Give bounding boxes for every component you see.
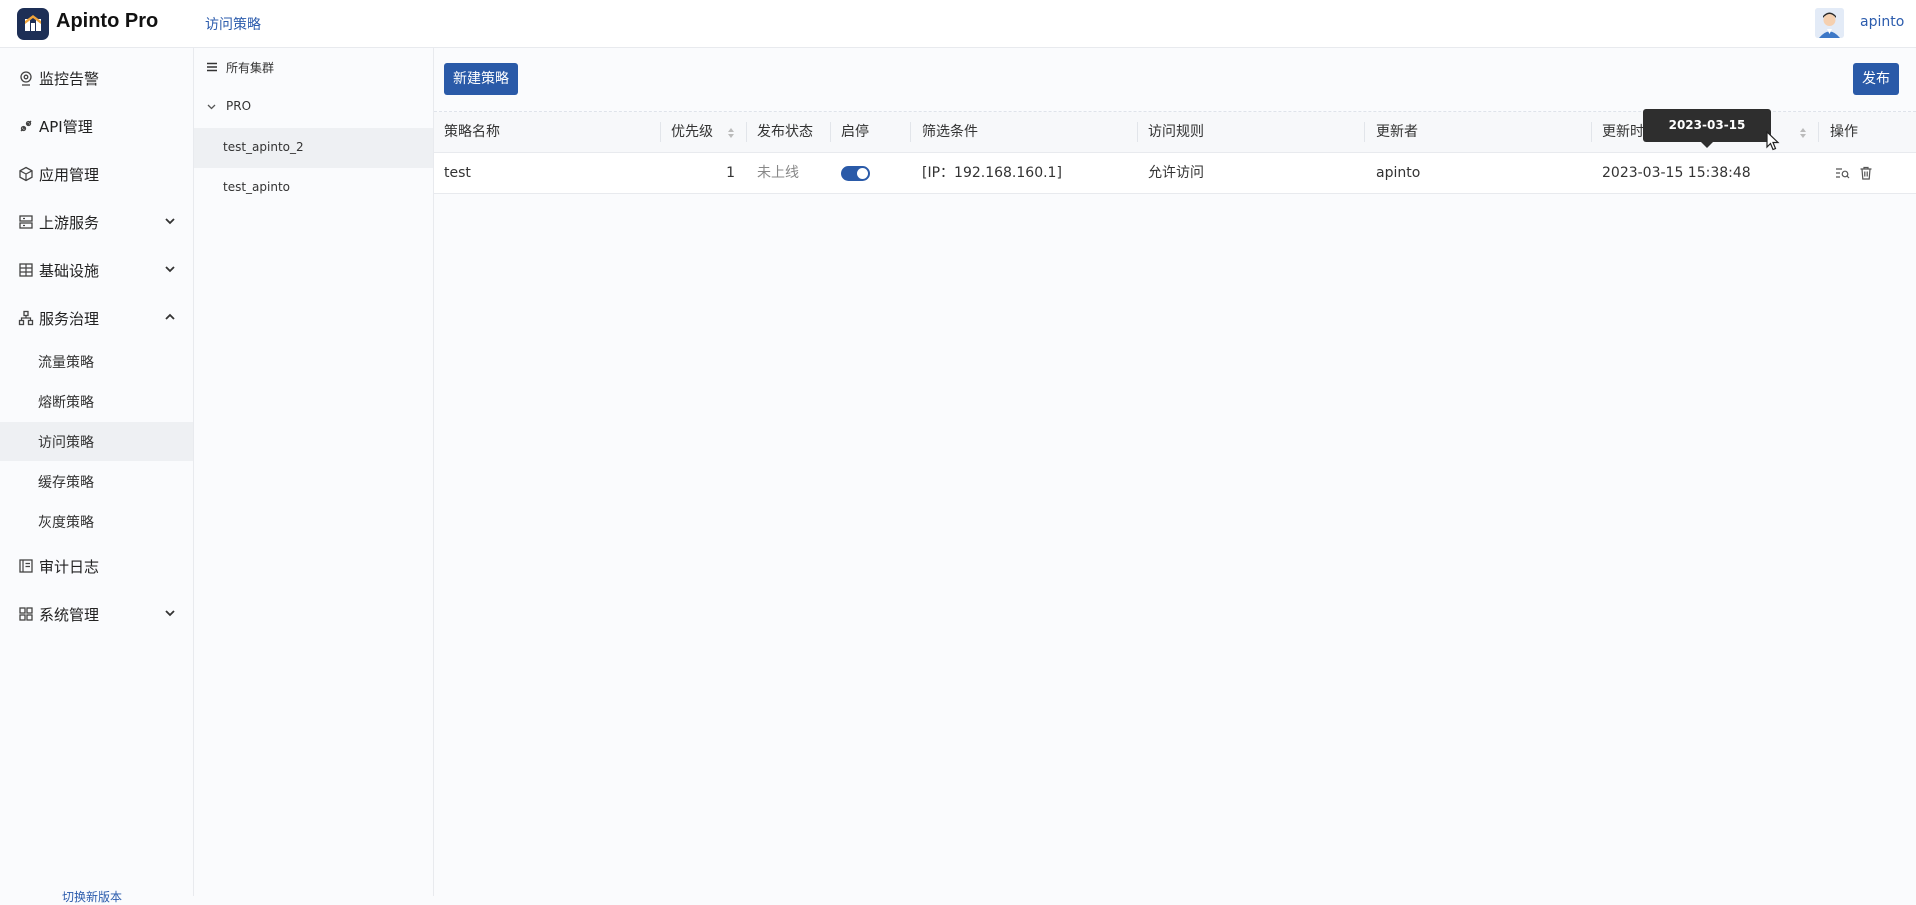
upstream-icon [19,215,33,229]
column-divider [1364,122,1365,142]
chevron-down-icon [207,104,216,110]
cell-name: test [444,165,471,181]
chevron-down-icon [165,266,175,273]
delete-icon[interactable] [1858,165,1874,181]
column-divider [830,122,831,142]
sidebar-subitem-grayscale[interactable]: 灰度策略 [0,502,193,541]
column-divider [1591,122,1592,142]
logo-icon[interactable] [17,8,49,40]
cluster-group-label: PRO [226,99,252,113]
sidebar-item-label: 审计日志 [39,558,100,576]
publish-button[interactable]: 发布 [1853,63,1899,95]
sidebar-subitem-cache[interactable]: 缓存策略 [0,462,193,501]
sort-icon[interactable] [1799,127,1807,139]
chevron-down-icon [165,218,175,225]
governance-icon [18,310,34,326]
cluster-item-label: test_apinto_2 [223,140,304,154]
sidebar-item-label: 系统管理 [39,606,100,624]
column-divider [746,122,747,142]
sidebar-subitem-traffic[interactable]: 流量策略 [0,342,193,381]
sidebar-item-system[interactable]: 系统管理 [0,594,193,634]
sidebar-item-apps[interactable]: 应用管理 [0,154,193,194]
sidebar-item-governance[interactable]: 服务治理 [0,298,193,338]
app-icon [19,166,33,182]
sidebar-subitem-label: 缓存策略 [38,475,94,491]
monitor-icon [20,71,32,86]
cell-priority: 1 [726,165,735,181]
column-header-priority[interactable]: 优先级 [671,112,713,152]
cluster-item-test-apinto-2[interactable]: test_apinto_2 [194,128,433,168]
sidebar-subitem-circuit-breaker[interactable]: 熔断策略 [0,382,193,421]
api-icon [20,120,32,132]
cluster-item-test-apinto[interactable]: test_apinto [194,168,433,208]
enable-toggle[interactable] [841,166,870,181]
column-divider [1818,122,1819,142]
sort-icon[interactable] [727,127,735,139]
tooltip-arrow [1701,142,1713,148]
view-detail-icon[interactable] [1834,165,1850,181]
sidebar-subitem-label: 熔断策略 [38,395,94,411]
mouse-cursor-icon [1766,131,1780,151]
column-header-actions: 操作 [1830,124,1858,140]
column-header-filter: 筛选条件 [922,124,978,140]
switch-version-link[interactable]: 切换新版本 [62,888,122,905]
tooltip: 2023-03-15 15:38:48 [1643,109,1771,165]
sidebar-subitem-access[interactable]: 访问策略 [0,422,193,461]
cell-rule: 允许访问 [1148,165,1204,181]
cluster-panel: 所有集群 PRO test_apinto_2 test_apinto [194,48,434,896]
cell-filter: [IP：192.168.160.1] [922,165,1062,181]
sidebar-item-label: 应用管理 [39,166,100,184]
all-clusters-label: 所有集群 [226,61,275,75]
column-header-name: 策略名称 [444,124,500,140]
audit-log-icon [19,559,33,573]
main-content: 新建策略 发布 策略名称 优先级 发布状态 启停 筛选条件 访问规则 更新者 更… [434,48,1916,896]
top-bar: Apinto Pro 访问策略 apinto [0,0,1916,48]
infra-icon [19,263,33,277]
column-divider [1137,122,1138,142]
toggle-knob [857,168,868,179]
list-icon [207,62,217,72]
new-strategy-button[interactable]: 新建策略 [444,63,518,95]
sidebar-item-label: 上游服务 [39,214,100,232]
sidebar-item-infra[interactable]: 基础设施 [0,250,193,290]
avatar[interactable] [1815,8,1844,38]
sidebar-item-label: 基础设施 [39,262,100,280]
column-header-status: 发布状态 [757,124,813,140]
chevron-down-icon [165,610,175,617]
sidebar-subitem-label: 访问策略 [38,435,94,451]
sidebar-subitem-label: 流量策略 [38,355,94,371]
sidebar-item-api[interactable]: API管理 [0,106,193,146]
sidebar-item-upstream[interactable]: 上游服务 [0,202,193,242]
app-title: Apinto Pro [56,10,159,32]
sidebar-item-label: 监控告警 [39,70,100,88]
cluster-item-label: test_apinto [223,180,291,194]
column-divider [660,122,661,142]
system-icon [19,607,33,621]
username-link[interactable]: apinto [1860,14,1904,30]
sidebar: 监控告警 API管理 应用管理 上游服务 基础设施 服务治理 流量策略 熔断策略… [0,48,194,904]
column-divider [910,122,911,142]
cell-updater: apinto [1376,165,1421,181]
sidebar-item-monitor[interactable]: 监控告警 [0,58,193,98]
breadcrumb[interactable]: 访问策略 [205,14,261,34]
sidebar-item-label: API管理 [39,118,93,136]
column-header-updater: 更新者 [1376,124,1418,140]
sidebar-subitem-label: 灰度策略 [38,515,94,531]
chevron-up-icon [165,313,175,320]
column-header-rule: 访问规则 [1148,124,1204,140]
column-header-enabled: 启停 [841,124,869,140]
cell-status: 未上线 [757,165,799,181]
sidebar-item-label: 服务治理 [39,310,100,328]
sidebar-item-audit-log[interactable]: 审计日志 [0,546,193,586]
